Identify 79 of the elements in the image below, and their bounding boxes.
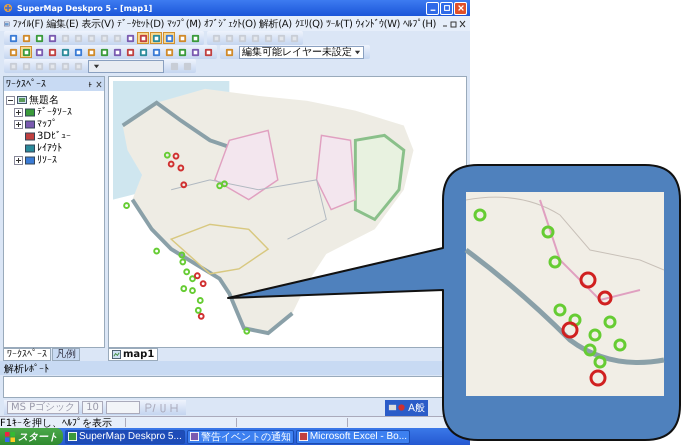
tree-item[interactable]: ﾘｿｰｽ [37,154,57,166]
tool-button[interactable] [189,46,201,58]
tool-button[interactable] [7,32,19,44]
tool-button[interactable] [33,32,45,44]
tree-item[interactable]: ﾏｯﾌﾟ [37,118,57,130]
status-text: F1ｷｰを押し、ﾍﾙﾌﾟを表示 [0,416,114,430]
maximize-button[interactable] [440,2,453,14]
panel-title: 解析ﾚﾎﾟｰﾄ [4,364,49,375]
document-icon [4,18,10,28]
document-tab[interactable]: map1 [108,348,158,361]
color-dropdown[interactable] [106,401,140,414]
panel-title: ﾜｰｸｽﾍﾟｰｽ [6,78,46,90]
language-bar[interactable]: A般 [385,400,428,416]
menu-item[interactable]: ｸｴﾘ(Q) [294,18,324,30]
tool-button[interactable] [163,32,175,44]
tool-button[interactable] [150,46,162,58]
panel-tab[interactable]: ﾜｰｸｽﾍﾟｰｽ [3,348,51,361]
tree-item[interactable]: ﾚｲｱｳﾄ [37,142,62,154]
layer-dropdown[interactable]: 編集可能レイヤー未設定 [239,46,364,58]
tool-button[interactable] [46,32,58,44]
menu-item[interactable]: ｳｨﾝﾄﾞｳ(W) [356,18,400,30]
tool-button[interactable] [137,32,149,44]
tool-button[interactable] [176,32,188,44]
tool-button[interactable] [98,46,110,58]
tree-item[interactable]: 無題名 [29,93,59,107]
tool-button[interactable] [20,46,32,58]
menu-item[interactable]: ｵﾌﾞｼﾞｪｸﾄ(O) [204,18,256,30]
tree-toggle-icon[interactable] [14,156,23,164]
menu-item[interactable]: ﾂｰﾙ(T) [326,18,353,30]
tool-button[interactable] [85,46,97,58]
tool-button[interactable] [33,46,45,58]
tree-toggle-icon[interactable] [14,120,23,128]
taskbar-button[interactable]: Microsoft Excel - Bo... [296,430,410,444]
window-title: SuperMap Deskpro 5 - [map1] [17,4,154,12]
tool-button[interactable] [72,46,84,58]
tool-button[interactable] [137,46,149,58]
app-icon [3,3,13,13]
pin-close-icon[interactable] [88,80,102,88]
menu-item[interactable]: ﾃﾞｰﾀｾｯﾄ(D) [117,18,164,30]
close-icon [456,4,464,12]
tool-button[interactable] [7,46,19,58]
tree-item[interactable]: ﾃﾞｰﾀｿｰｽ [37,106,72,118]
tree-toggle-icon[interactable] [6,96,15,104]
flag-logo-icon [5,432,15,442]
tree-item[interactable]: 3Dﾋﾞｭｰ [37,130,72,142]
tool-button[interactable] [176,46,188,58]
tool-button[interactable] [150,32,162,44]
tool-button[interactable] [124,46,136,58]
tool-button[interactable] [189,32,201,44]
tool-button[interactable] [46,46,58,58]
tool-button[interactable] [124,32,136,44]
close-button[interactable] [454,2,467,14]
start-button[interactable]: スタート [0,428,63,445]
menu-item[interactable]: ﾍﾙﾌﾟ(H) [403,18,436,30]
workspace-icon [17,95,27,105]
maximize-icon [442,4,450,12]
tool-button[interactable] [111,46,123,58]
menu-item[interactable]: 解析(A) [259,16,292,30]
window-icon [298,432,308,441]
minimize-button[interactable] [426,2,439,14]
tool-button[interactable] [59,46,71,58]
menu-item[interactable]: 編集(E) [46,16,78,30]
menu-item[interactable]: ﾌｧｲﾙ(F) [12,18,44,30]
caret-icon [354,48,361,56]
tree-toggle-icon[interactable] [14,108,23,116]
tool-button[interactable] [223,46,235,58]
window-icon [68,432,77,441]
tool-button[interactable] [163,46,175,58]
mdi-controls-icon[interactable] [442,20,466,28]
window-icon [190,432,199,441]
caret-icon [93,62,100,70]
panel-tab[interactable]: 凡例 [52,348,80,361]
map-icon [112,350,121,359]
taskbar-button[interactable]: SuperMap Deskpro 5... [65,430,185,444]
menu-item[interactable]: ﾏｯﾌﾟ(M) [167,18,202,30]
menu-item[interactable]: 表示(V) [81,16,114,30]
taskbar-button[interactable]: 警告イベントの通知 [186,430,294,444]
tool-button[interactable] [202,46,214,58]
tool-button[interactable] [20,32,32,44]
